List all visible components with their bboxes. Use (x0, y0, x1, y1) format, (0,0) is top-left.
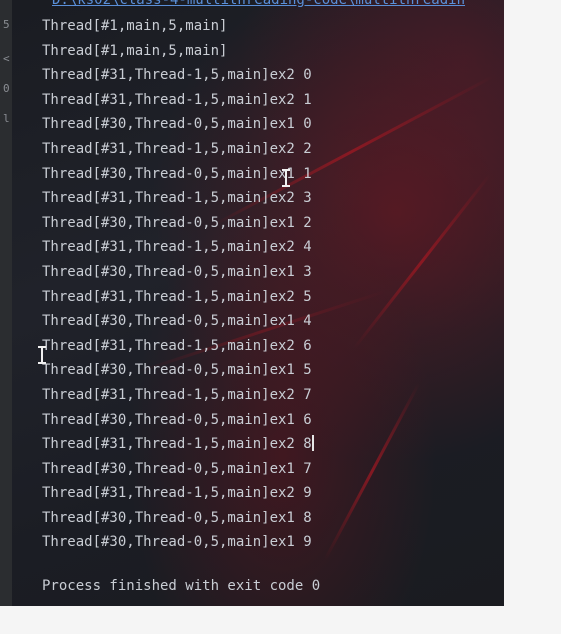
console-line: Thread[#30,Thread-0,5,main]ex1 0 (42, 116, 312, 133)
console-line: Thread[#31,Thread-1,5,main]ex2 9 (42, 485, 312, 502)
console-output-lines: Thread[#1,main,5,main] Thread[#1,main,5,… (42, 14, 314, 555)
console-output-panel[interactable]: D:\ks02\class-4-multithreading-code\mult… (12, 0, 504, 606)
console-line: Thread[#31,Thread-1,5,main]ex2 7 (42, 386, 312, 403)
console-line: Thread[#31,Thread-1,5,main]ex2 8 (42, 432, 314, 457)
console-line: Thread[#30,Thread-0,5,main]ex1 7 (42, 460, 312, 477)
console-line: Thread[#31,Thread-1,5,main]ex2 6 (42, 337, 312, 354)
console-line: Thread[#30,Thread-0,5,main]ex1 8 (42, 509, 312, 526)
gutter-mark: l (3, 112, 10, 125)
console-line: Thread[#30,Thread-0,5,main]ex1 1 (42, 165, 312, 182)
gutter-mark: < (3, 52, 10, 65)
console-line: Thread[#1,main,5,main] (42, 18, 228, 34)
console-line: Thread[#1,main,5,main] (42, 42, 228, 59)
background-art (323, 382, 421, 561)
console-line: Thread[#30,Thread-0,5,main]ex1 9 (42, 534, 312, 551)
console-line: Thread[#31,Thread-1,5,main]ex2 1 (42, 91, 312, 108)
console-line: Thread[#30,Thread-0,5,main]ex1 6 (42, 411, 312, 428)
console-line: Thread[#30,Thread-0,5,main]ex1 3 (42, 263, 312, 280)
gutter-mark: 0 (3, 82, 10, 95)
console-line: Thread[#31,Thread-1,5,main]ex2 4 (42, 239, 312, 256)
ibeam-cursor-icon (282, 169, 290, 187)
console-line-text: Thread[#31,Thread-1,5,main]ex2 8 (42, 436, 312, 453)
console-line: Thread[#30,Thread-0,5,main]ex1 4 (42, 313, 312, 330)
console-line: Thread[#31,Thread-1,5,main]ex2 0 (42, 67, 312, 84)
background-art (353, 173, 491, 350)
console-line: Thread[#31,Thread-1,5,main]ex2 3 (42, 190, 312, 207)
console-path-link[interactable]: D:\ks02\class-4-multithreading-code\mult… (52, 0, 465, 8)
console-line: Thread[#30,Thread-0,5,main]ex1 2 (42, 214, 312, 231)
bottom-empty-strip (0, 606, 561, 634)
left-gutter: 5 < 0 l (0, 0, 12, 606)
text-caret (311, 435, 314, 452)
console-line: Thread[#30,Thread-0,5,main]ex1 5 (42, 362, 312, 379)
process-finished-message: Process finished with exit code 0 (42, 578, 321, 594)
ibeam-cursor-icon (38, 346, 46, 364)
console-line: Thread[#31,Thread-1,5,main]ex2 5 (42, 288, 312, 305)
right-empty-panel (504, 0, 561, 606)
gutter-mark: 5 (3, 18, 10, 31)
console-line: Thread[#31,Thread-1,5,main]ex2 2 (42, 140, 312, 157)
